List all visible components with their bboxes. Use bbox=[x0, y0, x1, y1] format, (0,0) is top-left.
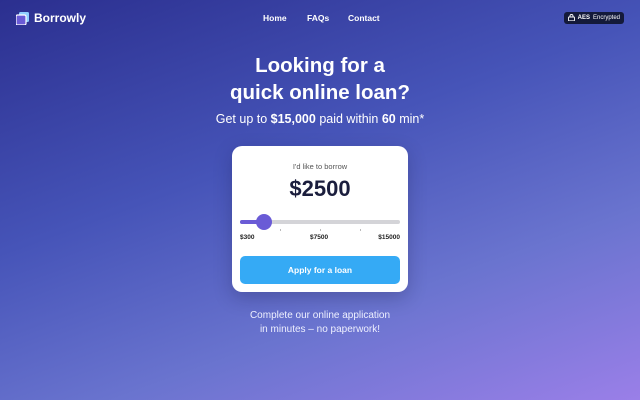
brand-logo[interactable]: Borrowly bbox=[16, 11, 86, 25]
badge-strong: AES bbox=[577, 15, 590, 21]
nav-contact[interactable]: Contact bbox=[348, 13, 380, 23]
sub-prefix: Get up to bbox=[215, 112, 271, 126]
top-nav: Borrowly Home FAQs Contact AES Encrypted bbox=[0, 0, 640, 36]
range-max: $15000 bbox=[378, 234, 400, 241]
slider-tick bbox=[320, 229, 321, 231]
lock-icon bbox=[567, 13, 575, 23]
slider-thumb[interactable] bbox=[255, 214, 272, 230]
brand-name: Borrowly bbox=[34, 11, 87, 25]
headline-line-1: Looking for a bbox=[255, 54, 385, 77]
range-min: $300 bbox=[240, 234, 255, 241]
slider-tick bbox=[360, 229, 361, 231]
sub-time: 60 bbox=[381, 112, 396, 126]
nav-home[interactable]: Home bbox=[263, 13, 287, 23]
footer-line-2: in minutes – no paperwork! bbox=[259, 324, 381, 335]
sub-middle: paid within bbox=[315, 112, 382, 126]
sub-amount: $15,000 bbox=[270, 112, 316, 126]
range-mid: $7500 bbox=[310, 234, 329, 241]
footer-note: Complete our online application in minut… bbox=[0, 309, 640, 337]
loan-amount: $2500 bbox=[289, 176, 351, 201]
headline-line-2: quick online loan? bbox=[230, 81, 410, 104]
encryption-badge: AES Encrypted bbox=[563, 12, 624, 24]
logo-icon bbox=[16, 11, 29, 25]
apply-button[interactable]: Apply for a loan bbox=[240, 256, 400, 284]
borrow-label: I'd like to borrow bbox=[292, 162, 348, 171]
badge-text: Encrypted bbox=[592, 15, 620, 21]
loan-calculator-card: I'd like to borrow $2500 $300 $7500 $150… bbox=[232, 146, 408, 292]
footer-line-1: Complete our online application bbox=[249, 310, 391, 321]
subheadline: Get up to $15,000 paid within 60 min* bbox=[0, 112, 640, 126]
slider-tick bbox=[280, 229, 281, 231]
page-headline: Looking for a quick online loan? bbox=[0, 52, 640, 106]
nav-faqs[interactable]: FAQs bbox=[307, 13, 329, 23]
sub-suffix: min* bbox=[395, 112, 425, 126]
amount-slider[interactable] bbox=[240, 214, 400, 231]
